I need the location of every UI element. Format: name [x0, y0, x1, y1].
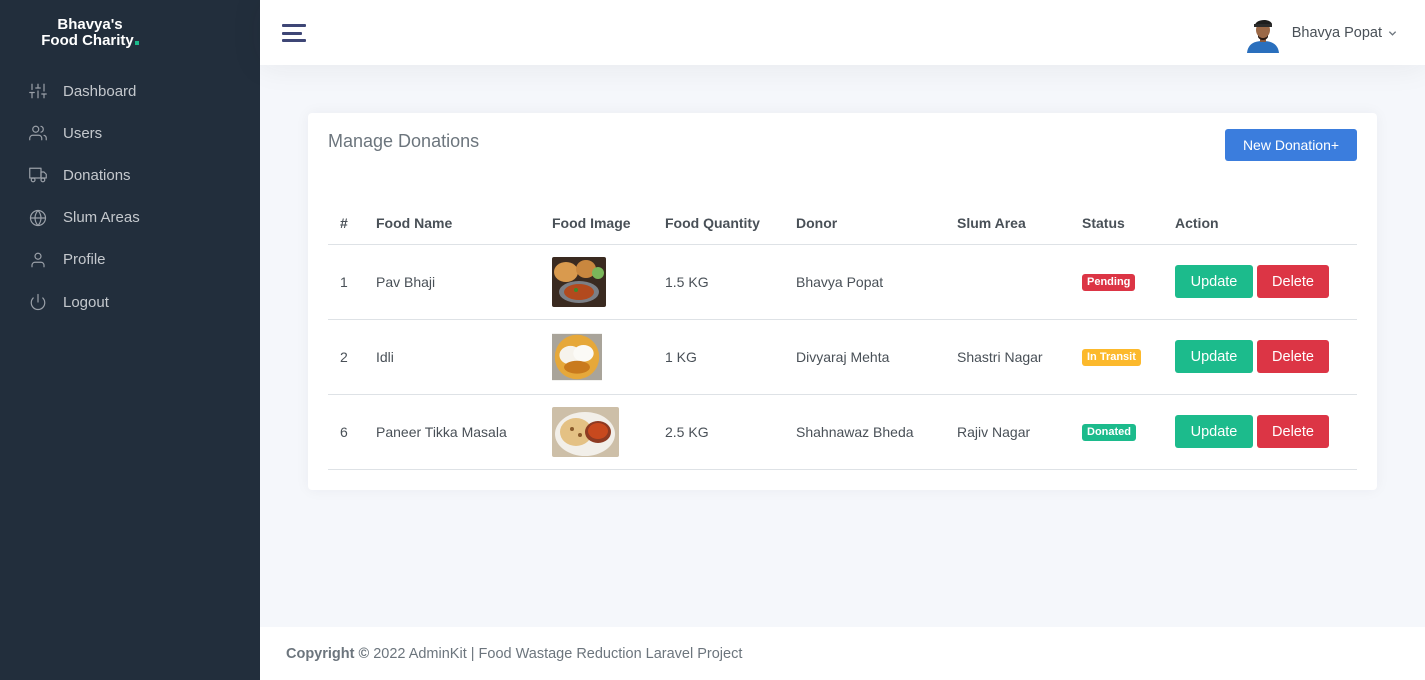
- food-quantity: 1.5 KG: [653, 244, 784, 320]
- food-image: [552, 256, 606, 307]
- sidebar-item-label: Dashboard: [63, 82, 137, 100]
- donations-card: Manage Donations New Donation+ # Food Na…: [308, 113, 1377, 490]
- update-button[interactable]: Update: [1175, 415, 1253, 448]
- sidebar-item-logout[interactable]: Logout: [0, 281, 260, 323]
- column-header: Status: [1070, 202, 1163, 245]
- topbar: Bhavya Popat: [260, 0, 1425, 65]
- column-header: Food Name: [364, 202, 540, 245]
- sidebar-item-donations[interactable]: Donations: [0, 154, 260, 196]
- column-header: Slum Area: [945, 202, 1070, 245]
- row-id: 6: [328, 394, 364, 470]
- food-quantity: 1 KG: [653, 319, 784, 395]
- slum-area: Rajiv Nagar: [945, 394, 1070, 470]
- footer-text: Copyright © 2022 AdminKit | Food Wastage…: [286, 646, 742, 662]
- sidebar-item-label: Logout: [63, 293, 109, 311]
- copyright-text: 2022 AdminKit | Food Wastage Reduction L…: [369, 646, 743, 662]
- food-name: Pav Bhaji: [364, 244, 540, 320]
- food-quantity: 2.5 KG: [653, 394, 784, 470]
- card-title: Manage Donations: [328, 131, 480, 151]
- column-header: Food Image: [540, 202, 653, 245]
- sidebar-item-label: Slum Areas: [63, 209, 140, 227]
- footer: Copyright © 2022 AdminKit | Food Wastage…: [260, 627, 1425, 680]
- status-badge: In Transit: [1082, 349, 1141, 366]
- user-menu[interactable]: Bhavya Popat: [1242, 13, 1397, 53]
- table-header-row: # Food Name Food Image Food Quantity Don…: [328, 202, 1357, 245]
- sidebar-item-users[interactable]: Users: [0, 112, 260, 154]
- column-header: #: [328, 202, 364, 245]
- table-row: 1 Pav Bhaji 1.5 KG Bhavya Popat Pending …: [328, 244, 1357, 320]
- brand-line-2: Food Charity: [30, 33, 150, 49]
- user-icon: [31, 252, 45, 268]
- new-donation-button[interactable]: New Donation+: [1225, 129, 1357, 161]
- update-button[interactable]: Update: [1175, 265, 1253, 298]
- sidebar: Bhavya's Food Charity Dashboard Users Do…: [0, 0, 260, 680]
- user-name: Bhavya Popat: [1291, 25, 1382, 41]
- column-header: Action: [1163, 202, 1357, 245]
- avatar: [1242, 13, 1283, 53]
- food-image: [552, 333, 602, 380]
- sliders-icon: [29, 83, 47, 99]
- donor-name: Shahnawaz Bheda: [784, 394, 945, 470]
- donations-table: # Food Name Food Image Food Quantity Don…: [328, 202, 1357, 470]
- sidebar-nav: Dashboard Users Donations Slum Areas Pro…: [0, 70, 260, 323]
- menu-toggle-icon[interactable]: [282, 24, 306, 42]
- delete-button[interactable]: Delete: [1257, 415, 1329, 448]
- table-row: 2 Idli 1 KG Divyaraj Mehta Shastri Nagar…: [328, 319, 1357, 395]
- food-name: Idli: [364, 319, 540, 395]
- table-row: 6 Paneer Tikka Masala 2.5 KG Shahnawaz B…: [328, 394, 1357, 470]
- copyright-label: Copyright ©: [286, 646, 370, 662]
- truck-icon: [29, 168, 47, 183]
- brand-dot: [134, 41, 139, 45]
- donor-name: Bhavya Popat: [784, 244, 945, 320]
- sidebar-item-dashboard[interactable]: Dashboard: [0, 70, 260, 112]
- delete-button[interactable]: Delete: [1257, 265, 1329, 298]
- status-badge: Donated: [1082, 424, 1136, 441]
- brand-line-1: Bhavya's: [57, 16, 123, 33]
- sidebar-item-label: Profile: [63, 251, 106, 269]
- row-id: 1: [328, 244, 364, 320]
- update-button[interactable]: Update: [1175, 340, 1253, 373]
- sidebar-item-profile[interactable]: Profile: [0, 239, 260, 281]
- food-name: Paneer Tikka Masala: [364, 394, 540, 470]
- power-icon: [30, 293, 46, 311]
- chevron-down-icon: [1388, 30, 1397, 36]
- delete-button[interactable]: Delete: [1257, 340, 1329, 373]
- brand-logo[interactable]: Bhavya's Food Charity: [30, 17, 150, 49]
- row-id: 2: [328, 319, 364, 395]
- status-badge: Pending: [1082, 274, 1136, 291]
- slum-area: [945, 244, 1070, 320]
- slum-area: Shastri Nagar: [945, 319, 1070, 395]
- users-icon: [29, 125, 47, 141]
- food-image: [552, 406, 619, 457]
- column-header: Food Quantity: [653, 202, 784, 245]
- donor-name: Divyaraj Mehta: [784, 319, 945, 395]
- sidebar-item-label: Users: [63, 124, 103, 142]
- column-header: Donor: [784, 202, 945, 245]
- sidebar-item-slum-areas[interactable]: Slum Areas: [0, 197, 260, 239]
- sidebar-item-label: Donations: [63, 166, 131, 184]
- globe-icon: [29, 209, 47, 226]
